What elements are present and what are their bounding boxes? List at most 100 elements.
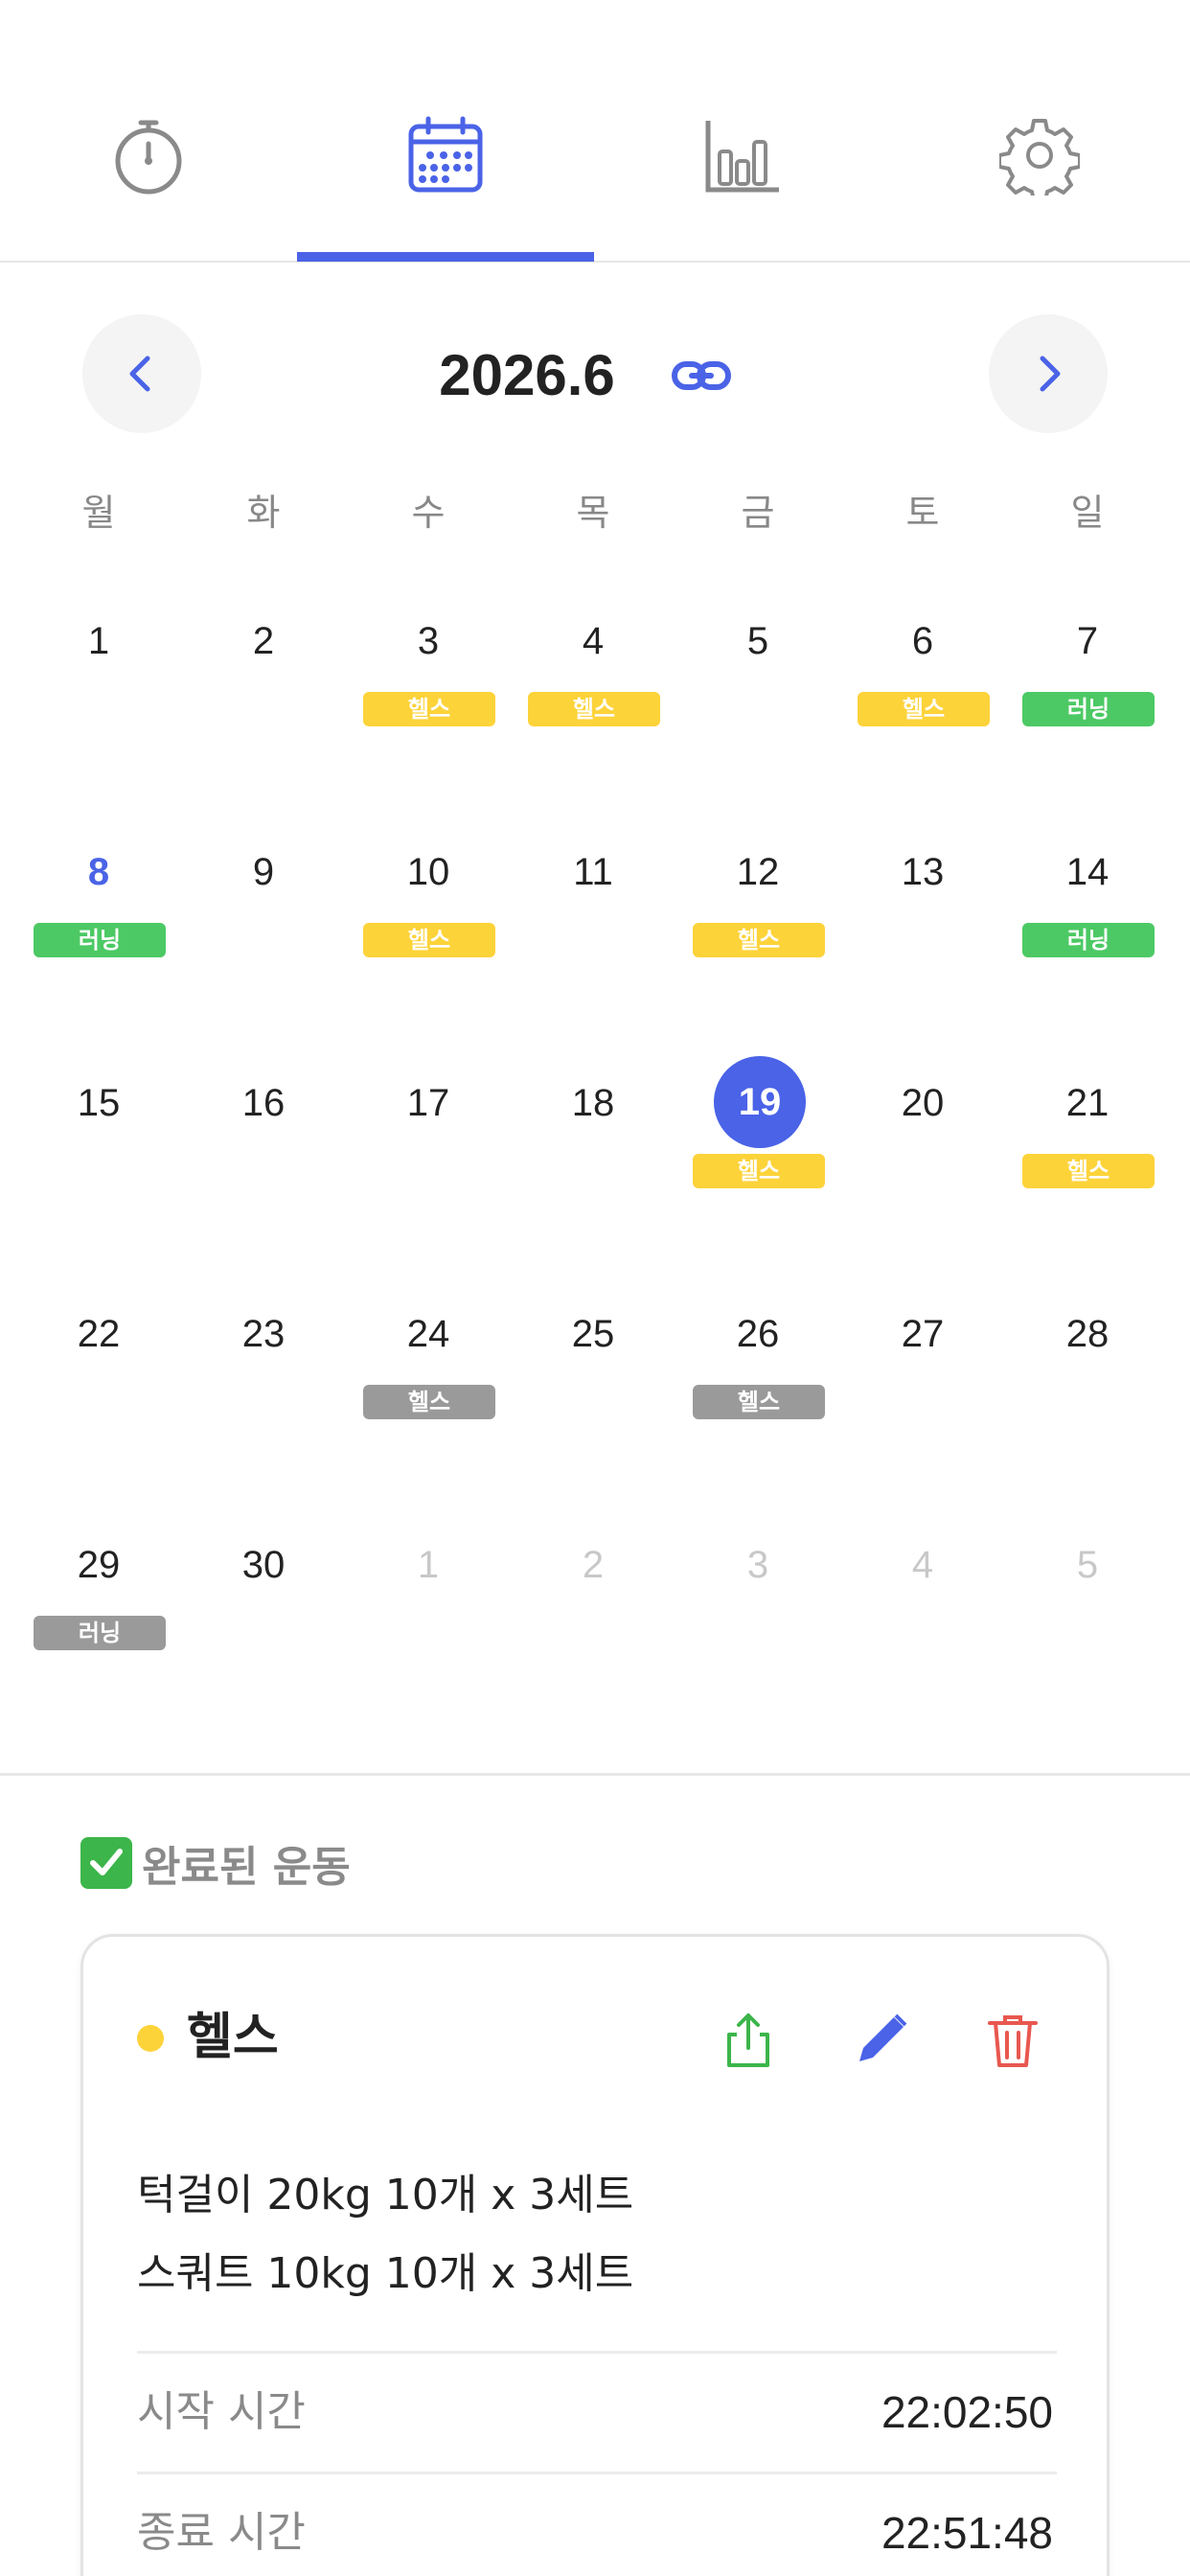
day-number: 12 [736, 851, 780, 893]
day-number: 24 [406, 1313, 450, 1355]
start-time-label: 시작 시간 [137, 2387, 306, 2436]
calendar-day-cell[interactable]: 10 헬스 [346, 806, 511, 1037]
calendar-day-cell[interactable]: 26 헬스 [675, 1268, 840, 1499]
exercise-item: 스쿼트 10kg 10개 x 3세트 [137, 2249, 634, 2298]
workout-badge: 헬스 [363, 692, 495, 726]
calendar-day-cell[interactable]: 14 러닝 [1005, 806, 1170, 1037]
day-number: 26 [736, 1313, 780, 1355]
calendar-day-cell[interactable]: 1 [346, 1499, 511, 1730]
chevron-right-icon [1040, 356, 1061, 392]
calendar-day-cell[interactable]: 29 러닝 [16, 1499, 181, 1730]
calendar-day-cell[interactable]: 24 헬스 [346, 1268, 511, 1499]
weekday-label: 화 [246, 492, 281, 534]
calendar-day-cell[interactable]: 3 [675, 1499, 840, 1730]
day-number: 29 [77, 1544, 121, 1586]
trash-icon [988, 2015, 1038, 2067]
day-number: 1 [87, 620, 110, 662]
weekday-header: 월 화 수 목 금 토 일 [0, 479, 1190, 546]
calendar-icon [408, 116, 483, 193]
day-number: 15 [77, 1082, 121, 1124]
day-number: 22 [77, 1313, 121, 1355]
calendar-day-cell[interactable]: 25 [511, 1268, 675, 1499]
workout-title: 헬스 [187, 2009, 279, 2066]
day-number: 23 [241, 1313, 286, 1355]
calendar-day-cell[interactable]: 8 러닝 [16, 806, 181, 1037]
calendar-day-cell[interactable]: 21 헬스 [1005, 1037, 1170, 1268]
calendar-day-cell[interactable]: 18 [511, 1037, 675, 1268]
stopwatch-icon [115, 120, 182, 195]
workout-badge: 헬스 [858, 692, 990, 726]
workout-badge: 헬스 [693, 1385, 825, 1419]
link-icon[interactable] [671, 349, 732, 402]
calendar-day-cell[interactable]: 11 [511, 806, 675, 1037]
calendar-day-cell[interactable]: 5 [1005, 1499, 1170, 1730]
day-number: 6 [911, 620, 934, 662]
calendar-grid: 1 2 3 헬스 4 헬스 5 6 헬스 7 러닝 8 러닝 9 10 헬스 11 12 헬스 13 14 러닝 15 16 1… [0, 575, 1190, 1735]
row-divider [137, 2472, 1057, 2474]
tab-settings[interactable] [891, 115, 1188, 263]
day-number: 27 [901, 1313, 945, 1355]
weekday-label: 월 [81, 492, 116, 534]
calendar-day-cell[interactable]: 23 [181, 1268, 346, 1499]
day-number: 9 [252, 851, 275, 893]
day-number: 4 [582, 620, 605, 662]
tab-calendar[interactable] [297, 115, 594, 263]
share-button[interactable] [714, 2006, 783, 2075]
day-number: 8 [87, 851, 110, 893]
weekday-label: 목 [576, 492, 610, 534]
calendar-day-cell[interactable]: 3 헬스 [346, 575, 511, 806]
day-number: 4 [911, 1544, 934, 1586]
calendar-day-cell[interactable]: 12 헬스 [675, 806, 840, 1037]
workout-badge: 헬스 [693, 1154, 825, 1188]
day-number: 5 [1076, 1544, 1099, 1586]
tab-timer[interactable] [0, 115, 297, 263]
next-month-button[interactable] [989, 314, 1108, 433]
tab-statistics[interactable] [594, 115, 891, 263]
calendar-day-cell[interactable]: 30 [181, 1499, 346, 1730]
prev-month-button[interactable] [82, 314, 201, 433]
calendar-day-cell[interactable]: 16 [181, 1037, 346, 1268]
edit-button[interactable] [846, 2006, 915, 2075]
calendar-day-cell[interactable]: 4 헬스 [511, 575, 675, 806]
completed-section-header: 완료된 운동 [80, 1834, 351, 1892]
day-number: 11 [573, 851, 613, 893]
start-time-value: 22:02:50 [881, 2387, 1053, 2437]
calendar-day-cell[interactable]: 7 러닝 [1005, 575, 1170, 806]
workout-badge: 러닝 [34, 1616, 166, 1650]
category-dot [137, 2025, 164, 2052]
gear-icon [999, 119, 1080, 196]
calendar-day-cell[interactable]: 15 [16, 1037, 181, 1268]
day-number: 1 [417, 1544, 440, 1586]
bar-chart-icon [705, 121, 779, 193]
calendar-day-cell[interactable]: 4 [840, 1499, 1005, 1730]
day-number: 30 [241, 1544, 286, 1586]
delete-button[interactable] [978, 2006, 1047, 2075]
calendar-day-cell[interactable]: 17 [346, 1037, 511, 1268]
workout-card: 헬스 턱걸이 20kg 10개 x 3세트 스쿼트 10kg 10개 x 3세트… [80, 1934, 1110, 2576]
end-time-label: 종료 시간 [137, 2508, 306, 2557]
calendar-day-cell[interactable]: 9 [181, 806, 346, 1037]
day-number: 3 [746, 1544, 769, 1586]
day-number: 13 [901, 851, 945, 893]
weekday-label: 수 [411, 492, 446, 534]
calendar-day-cell[interactable]: 22 [16, 1268, 181, 1499]
calendar-day-cell[interactable]: 6 헬스 [840, 575, 1005, 806]
day-number: 25 [571, 1313, 615, 1355]
calendar-day-cell[interactable]: 2 [511, 1499, 675, 1730]
calendar-day-cell[interactable]: 19 헬스 [675, 1037, 840, 1268]
pencil-icon [859, 2013, 907, 2061]
calendar-day-cell[interactable]: 28 [1005, 1268, 1170, 1499]
workout-badge: 헬스 [693, 923, 825, 957]
calendar-day-cell[interactable]: 2 [181, 575, 346, 806]
calendar-day-cell[interactable]: 27 [840, 1268, 1005, 1499]
day-number: 3 [417, 620, 440, 662]
calendar-day-cell[interactable]: 13 [840, 806, 1005, 1037]
day-number: 28 [1065, 1313, 1110, 1355]
day-number: 16 [241, 1082, 286, 1124]
weekday-label: 일 [1070, 492, 1105, 534]
calendar-day-cell[interactable]: 20 [840, 1037, 1005, 1268]
chevron-left-icon [129, 356, 150, 392]
day-number: 2 [582, 1544, 605, 1586]
calendar-day-cell[interactable]: 5 [675, 575, 840, 806]
calendar-day-cell[interactable]: 1 [16, 575, 181, 806]
